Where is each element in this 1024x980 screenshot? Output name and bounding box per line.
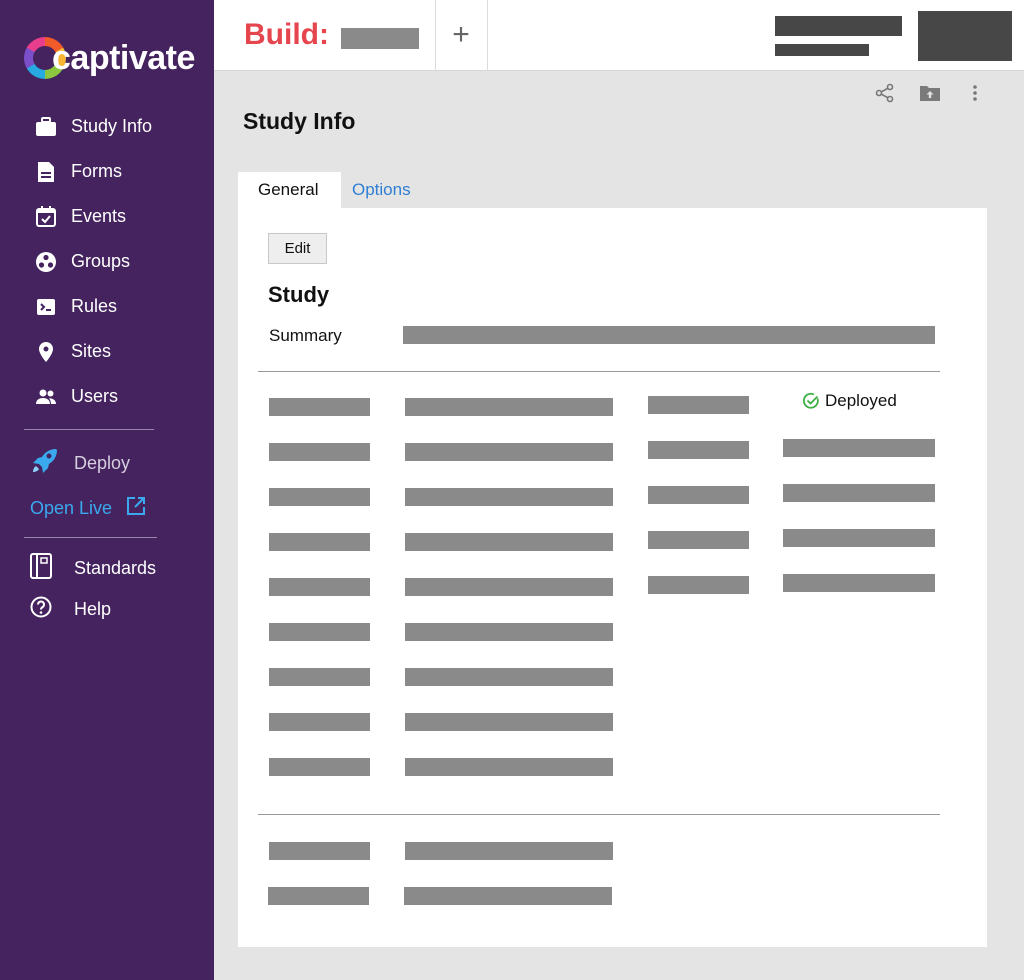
field-label-redacted — [269, 533, 370, 551]
tab-general[interactable]: General — [238, 172, 341, 208]
sidebar-divider — [24, 537, 157, 538]
field-label-redacted — [269, 578, 370, 596]
field-value-redacted — [405, 842, 613, 860]
field-label-redacted — [269, 623, 370, 641]
study-info-card: Edit Study Summary Deployed — [238, 208, 987, 947]
field-label-redacted — [648, 486, 749, 504]
sidebar-item-label: Sites — [71, 341, 112, 361]
field-value-redacted — [405, 533, 613, 551]
field-label-redacted — [269, 668, 370, 686]
document-icon — [34, 160, 58, 184]
sidebar-item-sites[interactable]: Sites — [0, 329, 214, 374]
field-value-redacted — [405, 398, 613, 416]
sidebar-item-groups[interactable]: Groups — [0, 239, 214, 284]
field-value-redacted — [405, 443, 613, 461]
field-label-redacted — [648, 531, 749, 549]
field-value-redacted — [405, 713, 613, 731]
help-label: Help — [74, 598, 112, 619]
help-circle-icon — [30, 596, 52, 623]
field-label-redacted — [269, 488, 370, 506]
sidebar-item-users[interactable]: Users — [0, 374, 214, 419]
terminal-icon — [34, 295, 58, 319]
field-label-redacted — [648, 396, 749, 414]
open-live-link[interactable]: Open Live — [30, 494, 146, 522]
sidebar-item-rules[interactable]: Rules — [0, 284, 214, 329]
brand-name: captivate — [52, 38, 195, 77]
user-role-redacted — [775, 44, 869, 56]
topbar-separator — [487, 0, 488, 71]
section-divider — [258, 371, 940, 372]
field-label-redacted — [269, 713, 370, 731]
user-name-redacted — [775, 16, 902, 36]
field-value-redacted — [405, 623, 613, 641]
section-divider — [258, 814, 940, 815]
sidebar-item-events[interactable]: Events — [0, 194, 214, 239]
field-label-redacted — [268, 887, 369, 905]
field-label-redacted — [269, 398, 370, 416]
sidebar-item-label: Groups — [71, 251, 131, 271]
field-value-redacted — [405, 668, 613, 686]
check-circle-icon — [803, 392, 819, 409]
add-build-button[interactable]: + — [450, 18, 472, 52]
sidebar-divider — [24, 429, 154, 430]
summary-value-redacted — [403, 326, 935, 344]
sidebar-item-standards[interactable]: Standards — [30, 552, 157, 584]
deploy-label: Deploy — [74, 452, 131, 473]
field-value-redacted — [405, 488, 613, 506]
deployed-status: Deployed — [802, 391, 897, 411]
sidebar-item-forms[interactable]: Forms — [0, 149, 214, 194]
build-label: Build: — [244, 18, 329, 51]
calendar-check-icon — [34, 205, 58, 229]
sidebar: captivate Study Info Forms Events Groups — [0, 0, 214, 980]
field-label-redacted — [269, 842, 370, 860]
more-vertical-icon[interactable] — [964, 82, 986, 104]
deployed-status-label: Deployed — [825, 391, 897, 410]
field-label-redacted — [269, 443, 370, 461]
field-value-redacted — [783, 529, 935, 547]
sidebar-item-label: Rules — [71, 296, 118, 316]
sidebar-nav: Study Info Forms Events Groups Rules Sit… — [0, 104, 214, 419]
field-value-redacted — [404, 887, 612, 905]
field-value-redacted — [405, 578, 613, 596]
build-version-redacted — [341, 28, 419, 49]
sidebar-item-label: Study Info — [71, 116, 153, 136]
share-icon[interactable] — [874, 82, 896, 104]
deploy-button[interactable]: Deploy — [30, 448, 130, 478]
top-bar: Build: + — [214, 0, 1024, 71]
sidebar-item-help[interactable]: Help — [30, 595, 111, 623]
briefcase-icon — [34, 115, 58, 139]
captivate-logo[interactable]: captivate — [24, 34, 195, 82]
field-label-redacted — [648, 441, 749, 459]
edit-button[interactable]: Edit — [268, 233, 327, 264]
tab-options[interactable]: Options — [352, 180, 411, 200]
open-live-label: Open Live — [30, 497, 113, 518]
standards-label: Standards — [74, 557, 157, 578]
sidebar-item-label: Users — [71, 386, 119, 406]
page-title: Study Info — [243, 108, 356, 134]
account-button-redacted[interactable] — [918, 11, 1012, 61]
location-pin-icon — [34, 340, 58, 364]
sidebar-item-label: Forms — [71, 161, 122, 181]
field-value-redacted — [783, 484, 935, 502]
field-label-redacted — [648, 576, 749, 594]
book-icon — [30, 552, 52, 584]
field-label-redacted — [269, 758, 370, 776]
summary-label: Summary — [269, 326, 342, 345]
topbar-separator — [435, 0, 436, 71]
sidebar-item-label: Events — [71, 206, 127, 226]
rocket-icon — [30, 447, 58, 480]
external-link-icon — [126, 496, 146, 521]
groups-icon — [34, 250, 58, 274]
sidebar-item-study-info[interactable]: Study Info — [0, 104, 214, 149]
field-value-redacted — [783, 439, 935, 457]
section-title: Study — [268, 282, 330, 307]
folder-upload-icon[interactable] — [919, 82, 941, 104]
field-value-redacted — [783, 574, 935, 592]
users-icon — [34, 385, 58, 409]
field-value-redacted — [405, 758, 613, 776]
